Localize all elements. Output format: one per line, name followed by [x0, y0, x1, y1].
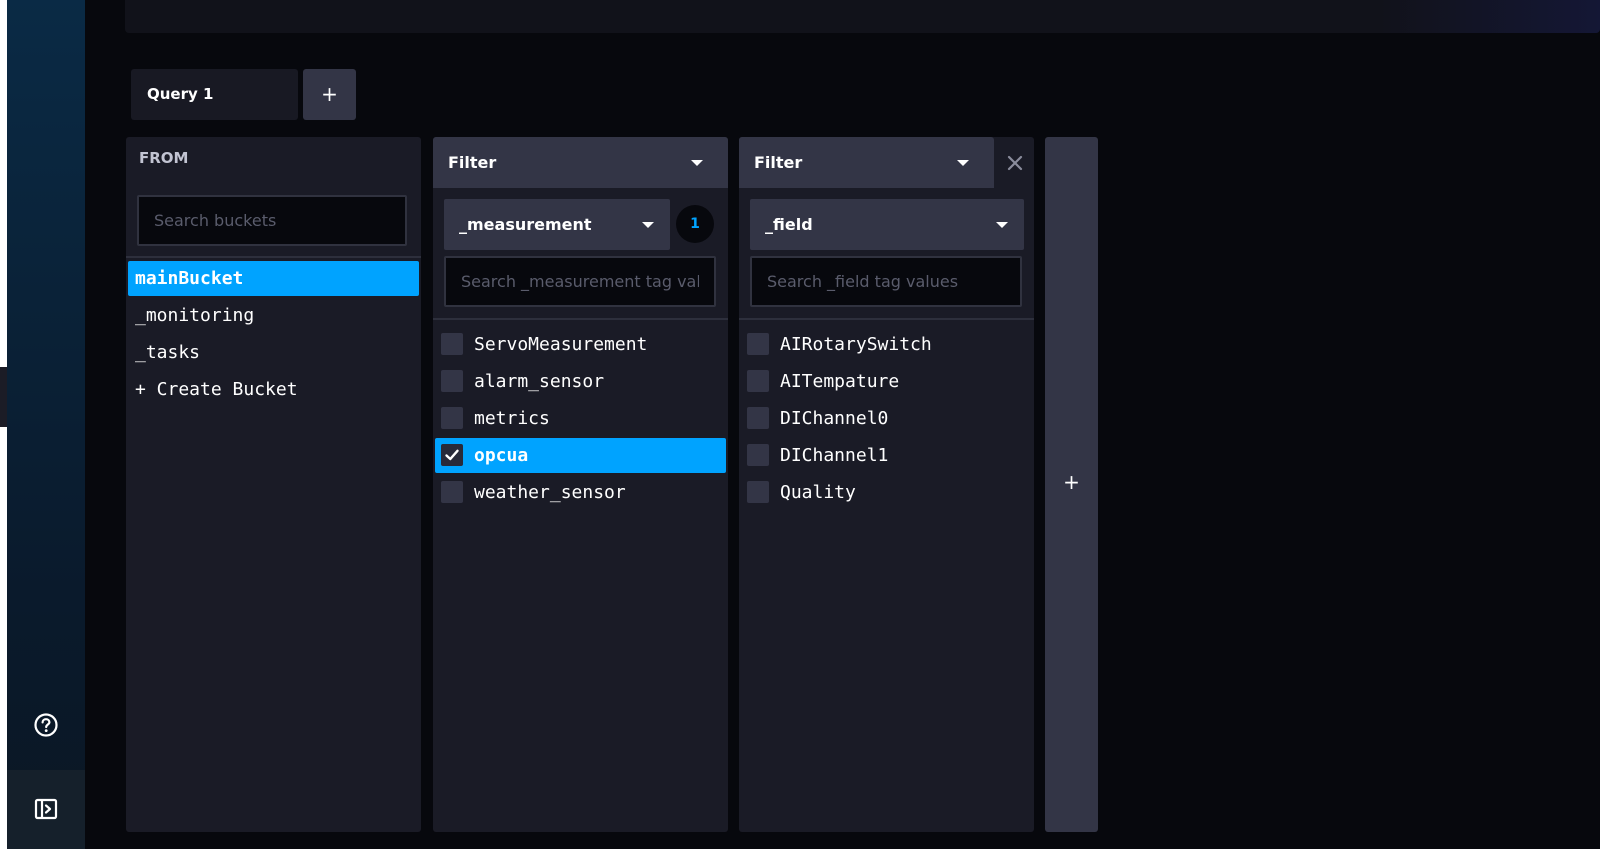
bucket-list: mainBucket _monitoring _tasks + Create B… [128, 261, 419, 409]
tag-value-item[interactable]: DIChannel1 [741, 438, 1032, 473]
create-bucket-link[interactable]: + Create Bucket [128, 372, 419, 407]
tag-value-label: alarm_sensor [474, 371, 605, 392]
tag-value-label: opcua [474, 445, 529, 466]
checkmark-icon [445, 449, 459, 461]
tag-value-label: ServoMeasurement [474, 334, 648, 355]
tag-key-dropdown[interactable]: _measurement [444, 199, 670, 250]
query-tab[interactable]: Query 1 [131, 69, 298, 120]
tag-key-dropdown[interactable]: _field [750, 199, 1024, 250]
tag-value-label: Quality [780, 482, 856, 503]
tag-value-list: AIRotarySwitch AITempature DIChannel0 DI… [741, 327, 1032, 512]
tag-value-item[interactable]: metrics [435, 401, 726, 436]
chevron-down-icon [642, 222, 654, 228]
tag-value-label: metrics [474, 408, 550, 429]
from-card: FROM mainBucket _monitoring _tasks + Cre… [126, 137, 421, 832]
tag-value-item[interactable]: alarm_sensor [435, 364, 726, 399]
tag-value-item[interactable]: ServoMeasurement [435, 327, 726, 362]
tag-value-item[interactable]: DIChannel0 [741, 401, 1032, 436]
tag-value-item-selected[interactable]: opcua [435, 438, 726, 473]
filter-function-dropdown[interactable]: Filter [739, 137, 994, 188]
checkbox[interactable] [441, 407, 463, 429]
edge-marker [0, 367, 7, 427]
checkbox[interactable] [747, 333, 769, 355]
tag-value-list: ServoMeasurement alarm_sensor metrics op… [435, 327, 726, 512]
divider [433, 318, 728, 320]
filter-card-measurement: Filter _measurement 1 ServoMeasurement a… [433, 137, 728, 832]
bucket-item-monitoring[interactable]: _monitoring [128, 298, 419, 333]
from-label: FROM [139, 149, 189, 167]
checkbox[interactable] [441, 370, 463, 392]
checkbox[interactable] [747, 444, 769, 466]
search-tag-values-input[interactable] [444, 256, 716, 307]
add-query-button[interactable]: + [303, 69, 356, 120]
tag-key-label: _measurement [459, 215, 592, 234]
checkbox[interactable] [441, 481, 463, 503]
tag-value-item[interactable]: weather_sensor [435, 475, 726, 510]
divider [739, 318, 1034, 320]
checkbox-checked[interactable] [441, 444, 463, 466]
chevron-down-icon [957, 160, 969, 166]
tag-value-item[interactable]: AIRotarySwitch [741, 327, 1032, 362]
checkbox[interactable] [747, 370, 769, 392]
tag-value-item[interactable]: AITempature [741, 364, 1032, 399]
filter-function-dropdown[interactable]: Filter [433, 137, 728, 188]
help-icon[interactable] [33, 712, 59, 738]
search-buckets-input[interactable] [137, 195, 407, 246]
chevron-down-icon [996, 222, 1008, 228]
add-filter-button[interactable]: + [1045, 137, 1098, 832]
filter-function-label: Filter [448, 153, 497, 172]
tag-value-item[interactable]: Quality [741, 475, 1032, 510]
search-tag-values-input[interactable] [750, 256, 1022, 307]
checkbox[interactable] [747, 481, 769, 503]
checkbox[interactable] [747, 407, 769, 429]
filter-function-label: Filter [754, 153, 803, 172]
filter-card-field: Filter _field AIRotarySwitch AITempature… [739, 137, 1034, 832]
selected-count-badge: 1 [676, 205, 714, 243]
bucket-item-mainbucket[interactable]: mainBucket [128, 261, 419, 296]
nav-sidebar [7, 0, 85, 849]
checkbox[interactable] [441, 333, 463, 355]
top-panel [125, 0, 1600, 33]
tag-key-label: _field [765, 215, 813, 234]
tag-value-label: AIRotarySwitch [780, 334, 932, 355]
sidebar-footer [7, 770, 85, 849]
tag-value-label: AITempature [780, 371, 900, 392]
tag-value-label: DIChannel1 [780, 445, 889, 466]
tag-value-label: DIChannel0 [780, 408, 889, 429]
bucket-item-tasks[interactable]: _tasks [128, 335, 419, 370]
divider [126, 256, 421, 258]
close-icon[interactable] [1005, 153, 1025, 173]
tag-value-label: weather_sensor [474, 482, 626, 503]
collapse-sidebar-icon[interactable] [33, 796, 59, 822]
chevron-down-icon [691, 160, 703, 166]
